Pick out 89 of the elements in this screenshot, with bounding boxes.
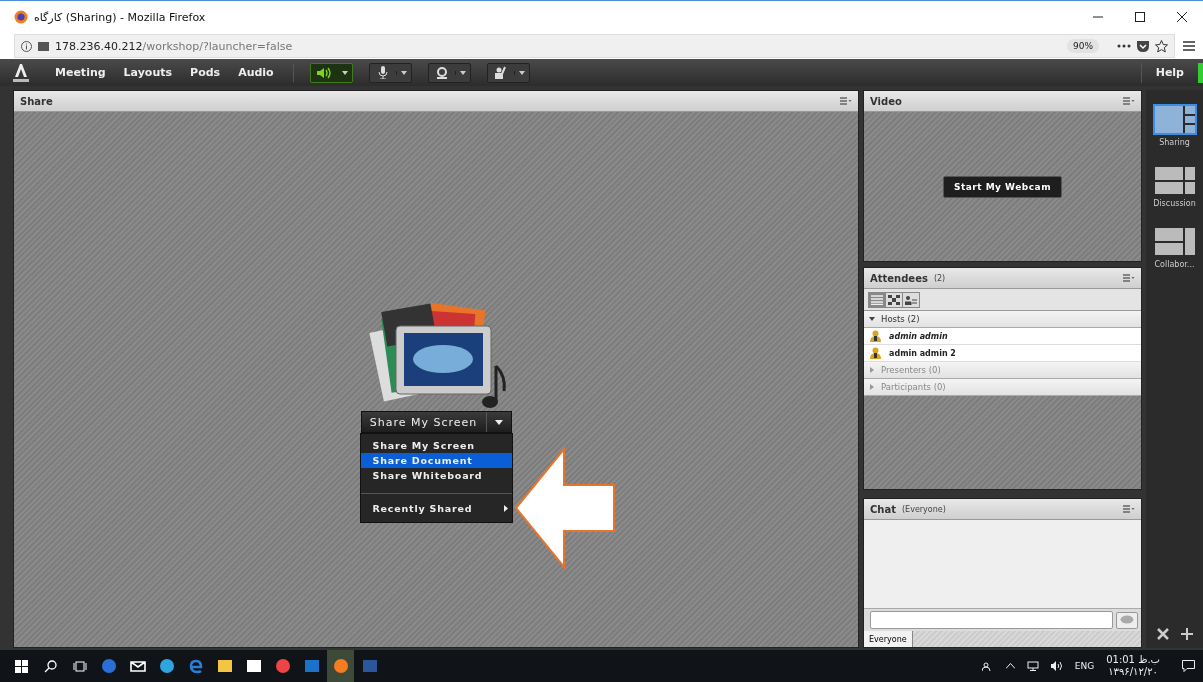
maximize-icon <box>1135 12 1145 22</box>
grid-view-icon <box>888 294 900 305</box>
input-language[interactable]: ENG <box>1074 661 1095 671</box>
tools-icon <box>1156 628 1169 640</box>
plus-icon <box>1180 628 1193 640</box>
pod-menu-icon <box>1123 505 1135 513</box>
caret-icon <box>494 419 503 425</box>
network-icon <box>1026 661 1039 671</box>
envelope-icon <box>129 658 146 674</box>
start-webcam-button[interactable]: Start My Webcam <box>942 175 1063 198</box>
speech-bubble-icon <box>1120 615 1134 625</box>
pod-title: Attendees <box>870 272 928 284</box>
list-view-icon <box>871 294 883 305</box>
attendee-row[interactable]: admin admin 2 <box>864 345 1141 362</box>
chat-tab[interactable]: Everyone <box>864 631 913 647</box>
person-list-icon <box>905 294 917 305</box>
info-icon <box>21 40 32 52</box>
window-title: کارگاه (Sharing) - Mozilla Firefox <box>34 10 207 24</box>
level-meter-icon <box>1198 62 1203 83</box>
address-bar[interactable]: 178.236.40.212/workshop/?launcher=false 90% <box>14 34 1175 58</box>
menu-icon <box>1183 41 1195 51</box>
device-toggle-button[interactable] <box>368 62 412 83</box>
clock[interactable]: 01:01 ب.ظ ۱۳۹۶/۱۲/۲۰ <box>1106 654 1160 678</box>
attendee-row[interactable]: admin admin <box>864 328 1141 345</box>
host-person-icon <box>870 347 881 359</box>
pod-menu-icon <box>1123 274 1135 282</box>
pocket-icon <box>1137 40 1149 52</box>
share-menu-item[interactable]: Share My Screen <box>360 438 512 453</box>
close-icon <box>1177 12 1187 22</box>
star-icon <box>1155 39 1168 53</box>
square-app-icon <box>361 658 378 674</box>
share-menu-item[interactable]: Share Whiteboard <box>360 468 512 483</box>
chat-input-field[interactable] <box>870 611 1113 629</box>
menu-item[interactable]: Audio <box>229 66 283 79</box>
chat-scope: (Everyone) <box>902 504 947 514</box>
pod-menu-icon <box>1123 97 1135 105</box>
collapsed-triangle-icon <box>869 367 875 373</box>
layout-button[interactable]: Discussion <box>1152 165 1197 220</box>
pod-menu-icon <box>840 97 852 105</box>
search-icon <box>44 659 57 673</box>
notification-icon <box>1182 660 1195 672</box>
circle-app-icon <box>100 658 117 674</box>
square-app-icon <box>216 658 233 674</box>
caret-icon <box>400 70 407 75</box>
url-host: 178.236.40.212 <box>55 39 143 53</box>
chevron-up-icon <box>1005 663 1015 669</box>
view-toggle-button[interactable] <box>885 291 903 308</box>
task-view-icon <box>72 660 87 672</box>
share-my-screen-button[interactable]: Share My Screen <box>360 411 512 433</box>
volume-icon <box>1050 661 1063 671</box>
caret-icon <box>459 70 466 75</box>
pod-title: Share <box>20 95 53 107</box>
view-toggle-button[interactable] <box>902 291 920 308</box>
layout-button[interactable]: Sharing <box>1152 104 1197 159</box>
collapsed-triangle-icon <box>869 384 875 390</box>
circle-app-icon <box>158 658 175 674</box>
host-person-icon <box>870 330 881 342</box>
menu-item[interactable]: Layouts <box>114 66 182 79</box>
attendee-count: (2) <box>933 273 947 283</box>
square-app-icon <box>245 658 262 674</box>
pod-title: Video <box>870 95 902 107</box>
page-icon <box>38 41 49 51</box>
square-app-icon <box>303 658 320 674</box>
share-menu-item[interactable]: Recently Shared <box>360 498 512 518</box>
device-toggle-button[interactable] <box>309 62 353 83</box>
menu-item[interactable]: Pods <box>181 66 230 79</box>
circle-app-icon <box>274 658 291 674</box>
caret-icon <box>341 70 348 75</box>
attendee-group-header[interactable]: Hosts (2) <box>864 311 1141 328</box>
device-toggle-button[interactable] <box>427 62 471 83</box>
more-icon <box>1117 44 1131 48</box>
menu-item[interactable]: Meeting <box>46 66 115 79</box>
circle-app-icon <box>332 658 349 674</box>
view-toggle-button[interactable] <box>868 291 886 308</box>
layout-button[interactable]: Collabor... <box>1152 226 1197 281</box>
device-toggle-button[interactable] <box>486 62 530 83</box>
letter-e-icon <box>187 658 204 674</box>
windows-logo-icon <box>15 659 28 673</box>
url-path: /workshop/?launcher=false <box>142 39 294 53</box>
adobe-logo-icon <box>12 62 30 83</box>
expanded-triangle-icon <box>869 316 875 322</box>
pod-title: Chat <box>870 503 896 515</box>
share-menu-item[interactable]: Share Document <box>360 453 512 468</box>
caret-icon <box>518 70 525 75</box>
zoom-level[interactable]: 90% <box>1067 39 1099 53</box>
people-icon <box>981 661 994 671</box>
submenu-arrow-icon <box>503 504 508 512</box>
help-menu[interactable]: Help <box>1141 66 1198 79</box>
browser-logo-icon <box>14 10 28 24</box>
